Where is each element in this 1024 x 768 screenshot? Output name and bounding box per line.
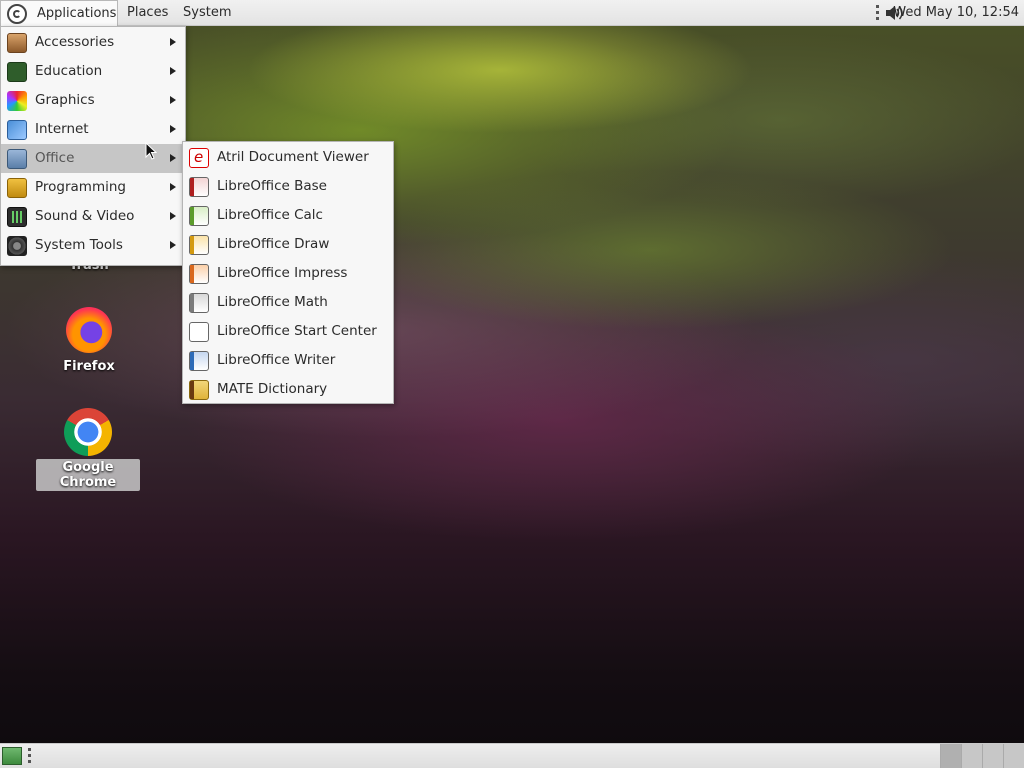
menu-item-libreoffice-writer[interactable]: LibreOffice Writer [183, 346, 393, 375]
panel-handle[interactable] [876, 5, 879, 21]
atril-icon [189, 143, 209, 172]
bottom-panel [0, 743, 1024, 768]
menu-item-sound-video[interactable]: Sound & Video [1, 202, 185, 231]
submenu-arrow-icon [170, 154, 176, 162]
workspace-4[interactable] [1003, 744, 1024, 768]
applications-menu-button[interactable]: Applications [0, 0, 118, 26]
menu-item-label: LibreOffice Draw [217, 236, 330, 252]
submenu-arrow-icon [170, 67, 176, 75]
libreoffice-math-icon [189, 293, 209, 313]
submenu-arrow-icon [170, 241, 176, 249]
workspace-1[interactable] [940, 744, 961, 768]
show-desktop-icon[interactable] [2, 747, 22, 765]
applications-dropdown: Accessories Education Graphics Internet … [0, 26, 186, 266]
desktop-icon-label: Google Chrome [36, 459, 140, 491]
applications-menu-label: Applications [37, 6, 117, 21]
menu-item-libreoffice-base[interactable]: LibreOffice Base [183, 172, 393, 201]
menu-item-libreoffice-draw[interactable]: LibreOffice Draw [183, 230, 393, 259]
office-submenu: Atril Document Viewer LibreOffice Base L… [182, 141, 394, 404]
mouse-cursor-icon [145, 142, 157, 160]
menu-item-libreoffice-impress[interactable]: LibreOffice Impress [183, 259, 393, 288]
menu-item-label: LibreOffice Base [217, 178, 327, 194]
menu-item-label: LibreOffice Writer [217, 352, 336, 368]
menu-item-education[interactable]: Education [1, 57, 185, 86]
programming-icon [7, 178, 27, 198]
desktop-icon-google-chrome[interactable]: Google Chrome [36, 408, 140, 491]
libreoffice-draw-icon [189, 235, 209, 255]
libreoffice-calc-icon [189, 206, 209, 226]
libreoffice-writer-icon [189, 351, 209, 371]
submenu-arrow-icon [170, 96, 176, 104]
chrome-icon[interactable] [64, 408, 112, 456]
menu-item-programming[interactable]: Programming [1, 173, 185, 202]
menu-item-system-tools[interactable]: System Tools [1, 231, 185, 260]
menu-item-mate-dictionary[interactable]: MATE Dictionary [183, 375, 393, 404]
menu-item-graphics[interactable]: Graphics [1, 86, 185, 115]
workspace-switcher [940, 744, 1024, 768]
mate-logo-icon [7, 4, 27, 24]
desktop-icon-label: Firefox [63, 359, 115, 374]
firefox-icon[interactable] [66, 307, 112, 353]
internet-icon [7, 120, 27, 140]
places-menu-button[interactable]: Places [120, 0, 175, 26]
menu-item-libreoffice-start-center[interactable]: LibreOffice Start Center [183, 317, 393, 346]
top-panel: Applications Places System Wed May 10, 1… [0, 0, 1024, 26]
menu-item-atril-document-viewer[interactable]: Atril Document Viewer [183, 143, 393, 172]
menu-item-office[interactable]: Office [1, 144, 185, 173]
menu-item-label: Programming [35, 179, 126, 195]
menu-item-label: Accessories [35, 34, 115, 50]
menu-item-label: System Tools [35, 237, 123, 253]
desktop-icon-firefox[interactable]: Firefox [50, 307, 128, 374]
submenu-arrow-icon [170, 212, 176, 220]
accessories-icon [7, 33, 27, 53]
education-icon [7, 62, 27, 82]
menu-item-internet[interactable]: Internet [1, 115, 185, 144]
menu-item-label: Education [35, 63, 103, 79]
libreoffice-start-center-icon [189, 322, 209, 342]
clock[interactable]: Wed May 10, 12:54 [893, 0, 1019, 26]
submenu-arrow-icon [170, 125, 176, 133]
system-menu-button[interactable]: System [176, 0, 238, 26]
submenu-arrow-icon [170, 183, 176, 191]
menu-item-label: Internet [35, 121, 89, 137]
libreoffice-impress-icon [189, 264, 209, 284]
menu-item-libreoffice-math[interactable]: LibreOffice Math [183, 288, 393, 317]
menu-item-accessories[interactable]: Accessories [1, 28, 185, 57]
workspace-2[interactable] [961, 744, 982, 768]
menu-item-label: Office [35, 150, 75, 166]
submenu-arrow-icon [170, 38, 176, 46]
libreoffice-base-icon [189, 177, 209, 197]
menu-item-label: LibreOffice Start Center [217, 323, 377, 339]
menu-item-libreoffice-calc[interactable]: LibreOffice Calc [183, 201, 393, 230]
system-tools-icon [7, 236, 27, 256]
menu-item-label: Atril Document Viewer [217, 149, 369, 165]
office-icon [7, 149, 27, 169]
panel-handle[interactable] [28, 748, 31, 764]
graphics-icon [7, 91, 27, 111]
workspace-3[interactable] [982, 744, 1003, 768]
menu-item-label: Sound & Video [35, 208, 135, 224]
menu-item-label: MATE Dictionary [217, 381, 328, 397]
dictionary-icon [189, 380, 209, 400]
menu-item-label: LibreOffice Calc [217, 207, 323, 223]
menu-item-label: LibreOffice Math [217, 294, 328, 310]
sound-video-icon [7, 207, 27, 227]
menu-item-label: Graphics [35, 92, 95, 108]
menu-item-label: LibreOffice Impress [217, 265, 348, 281]
